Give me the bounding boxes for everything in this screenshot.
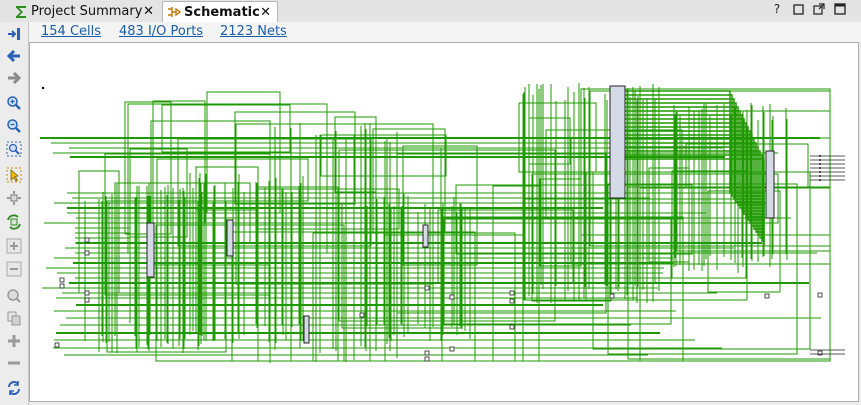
net-wire: [437, 209, 574, 284]
net-wire: [312, 232, 516, 362]
float-icon[interactable]: [812, 2, 826, 16]
tab-label: Project Summary: [31, 4, 143, 19]
regenerate-icon[interactable]: [4, 212, 24, 232]
port-pin: [424, 285, 430, 291]
zoom-fit-icon[interactable]: [4, 139, 24, 159]
schematic-cell: [226, 219, 234, 257]
schematic-cell: [609, 85, 626, 199]
copy-icon[interactable]: [4, 308, 24, 328]
output-port: [819, 179, 821, 181]
back-arrow-icon[interactable]: [4, 46, 24, 66]
refresh-icon[interactable]: [4, 378, 24, 398]
zoom-in-icon[interactable]: [4, 93, 24, 113]
port-pin: [84, 250, 90, 256]
schematic-drawing[interactable]: [30, 43, 858, 401]
add-icon[interactable]: [4, 236, 24, 256]
port-pin: [54, 342, 60, 348]
help-icon[interactable]: ?: [770, 2, 784, 16]
tab-label: Schematic: [184, 4, 260, 20]
nets-link[interactable]: 2123 Nets: [220, 24, 287, 39]
output-port: [819, 155, 821, 157]
port-pin: [509, 290, 515, 296]
close-icon[interactable]: ✕: [143, 4, 154, 19]
port-pin: [509, 324, 515, 330]
output-port: [819, 163, 821, 165]
port-pin: [424, 356, 430, 362]
schematic-icon: [166, 5, 181, 20]
close-icon[interactable]: ✕: [260, 5, 271, 20]
port-pin: [359, 312, 365, 318]
schematic-cell: [303, 315, 310, 344]
schematic-cell: [146, 222, 155, 278]
output-port: [819, 167, 821, 169]
schematic-canvas[interactable]: [29, 42, 859, 402]
port-pin: [84, 237, 90, 243]
tab-bar: Project Summary ✕ Schematic ✕ ?: [0, 0, 861, 23]
port-pin: [449, 294, 455, 300]
net-wire: [320, 134, 447, 177]
search-icon[interactable]: [4, 286, 24, 306]
select-icon[interactable]: [4, 165, 24, 185]
maximize-icon[interactable]: [833, 2, 847, 16]
net-wire: [402, 145, 478, 266]
port-pin: [449, 346, 455, 352]
restore-icon[interactable]: [791, 2, 805, 16]
tab-schematic[interactable]: Schematic ✕: [162, 1, 278, 22]
io-ports-link[interactable]: 483 I/O Ports: [119, 24, 203, 39]
port-pin: [84, 290, 90, 296]
port-pin: [424, 350, 430, 356]
minus-icon[interactable]: [4, 353, 24, 373]
output-port: [819, 159, 821, 161]
plus-icon[interactable]: [4, 331, 24, 351]
sigma-icon: [13, 4, 28, 19]
expand-icon[interactable]: [4, 188, 24, 208]
schematic-cell: [765, 150, 775, 219]
port-pin: [509, 298, 515, 304]
tab-project-summary[interactable]: Project Summary ✕: [10, 2, 160, 21]
port-pin: [59, 283, 65, 289]
port-pin: [84, 297, 90, 303]
schematic-cell: [422, 224, 429, 248]
marker-dot: [41, 86, 45, 90]
remove-icon[interactable]: [4, 259, 24, 279]
forward-arrow-icon[interactable]: [4, 68, 24, 88]
port-pin: [764, 293, 770, 299]
port-pin: [609, 293, 615, 299]
zoom-out-icon[interactable]: [4, 116, 24, 136]
fit-to-view-icon[interactable]: [4, 24, 24, 44]
cells-link[interactable]: 154 Cells: [41, 24, 101, 39]
port-pin: [59, 277, 65, 283]
schematic-toolbar: [0, 22, 29, 405]
output-port: [819, 171, 821, 173]
output-port: [819, 175, 821, 177]
net-wire: [625, 118, 765, 215]
stats-bar: 154 Cells 483 I/O Ports 2123 Nets: [28, 22, 861, 42]
port-pin: [817, 292, 823, 298]
